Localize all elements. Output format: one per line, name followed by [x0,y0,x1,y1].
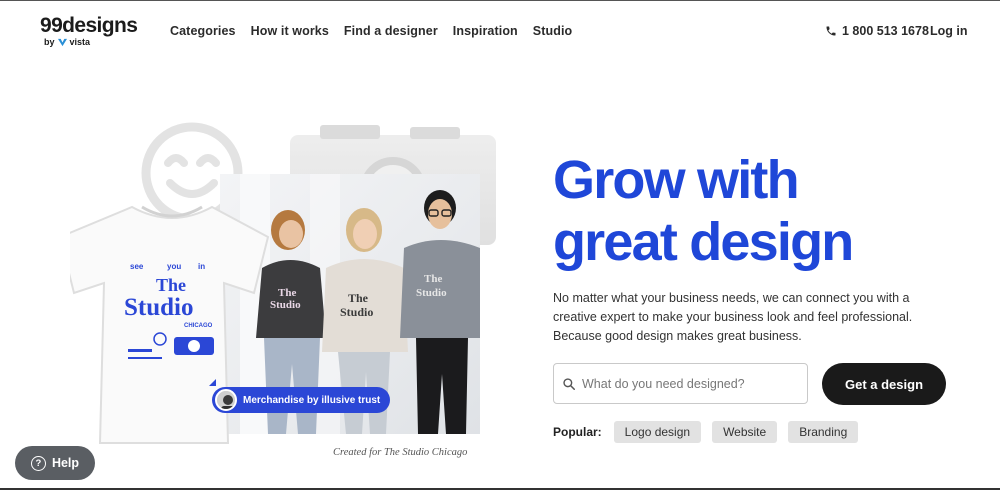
phone-link[interactable]: 1 800 513 1678 [825,24,929,38]
nav-find-a-designer[interactable]: Find a designer [344,24,438,38]
tshirt-see: see [130,262,144,271]
hero-collage: The Studio The Studio The Studio see you… [60,121,510,466]
collage-caption: Created for The Studio Chicago [333,447,468,458]
get-a-design-button[interactable]: Get a design [822,363,946,405]
headline-line-1: Grow with [553,150,800,210]
logo[interactable]: 99designs by vista [40,14,138,51]
design-search[interactable] [553,363,808,404]
designer-avatar [215,389,237,411]
badge-text: Merchandise by illusive trust [243,394,381,406]
nav-how-it-works[interactable]: How it works [251,24,329,38]
badge-pointer [209,379,216,386]
hero-subcopy: No matter what your business needs, we c… [553,291,913,343]
tshirt-you: you [167,262,181,271]
search-input[interactable] [582,376,792,391]
hero-headline: Grow with great design [553,149,913,273]
tshirt-in: in [198,262,205,271]
tshirt-image: see you in The Studio CHICAGO [70,205,270,444]
tshirt-the: The [156,275,186,295]
popular-chip-website[interactable]: Website [712,421,778,443]
search-icon [563,377,576,390]
help-button[interactable]: ? Help [15,446,95,480]
tshirt-studio: Studio [124,294,193,321]
logo-wordmark: 99designs [40,14,138,37]
svg-text:The: The [278,287,296,299]
popular-label: Popular: [553,425,602,439]
headline-line-2: great design [553,212,854,272]
nav-studio[interactable]: Studio [533,24,572,38]
main-nav: Categories How it works Find a designer … [170,24,572,38]
svg-text:Studio: Studio [416,287,447,299]
svg-text:The: The [424,273,442,285]
popular-tags: Popular: Logo design Website Branding [553,421,859,443]
page: 99designs by vista Categories How it wor… [0,0,1000,490]
login-link[interactable]: Log in [930,24,968,38]
phone-icon [826,26,836,36]
logo-by: by [44,37,55,47]
logo-brand: vista [69,37,91,47]
nav-inspiration[interactable]: Inspiration [453,24,518,38]
phone-number: 1 800 513 1678 [842,24,929,38]
popular-chip-logo-design[interactable]: Logo design [613,421,702,443]
popular-chip-branding[interactable]: Branding [788,421,859,443]
person-right: The Studio [400,190,480,434]
logo-byline: by vista [44,37,135,47]
nav-categories[interactable]: Categories [170,24,236,38]
question-icon: ? [30,455,46,471]
vista-icon [57,38,67,46]
help-label: Help [51,456,80,470]
designer-badge[interactable]: Merchandise by illusive trust [212,387,391,413]
svg-text:The: The [348,291,369,305]
tshirt-city: CHICAGO [184,323,213,329]
svg-text:Studio: Studio [340,305,373,319]
